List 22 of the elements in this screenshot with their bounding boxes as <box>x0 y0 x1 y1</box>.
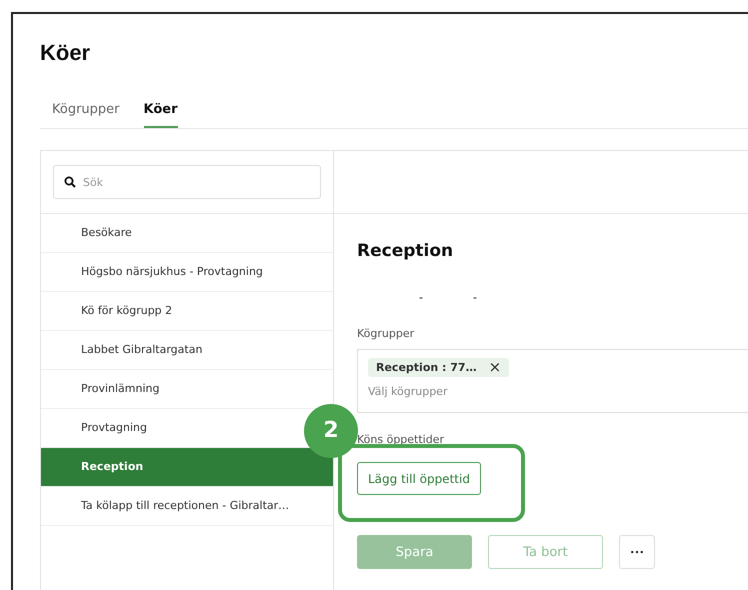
queue-list-item[interactable]: Reception <box>41 448 333 487</box>
remove-tag-button[interactable]: × <box>488 360 502 375</box>
search-field[interactable]: Sök <box>53 165 321 199</box>
add-opening-hours-button[interactable]: Lägg till öppettid <box>357 462 481 495</box>
queue-list-item[interactable]: Besökare <box>41 214 333 253</box>
page-title: Köer <box>40 39 92 67</box>
field-label: Kögrupper <box>357 327 416 340</box>
more-button[interactable]: ••• <box>619 535 655 569</box>
tab[interactable]: Köer <box>144 102 178 128</box>
queue-title: Reception <box>357 241 454 261</box>
placeholder-text: Välj kögrupper <box>368 385 448 398</box>
field-label: Köns öppettider <box>357 433 446 446</box>
queue-list-item[interactable]: Labbet Gibraltargatan <box>41 331 333 370</box>
tag-text: Reception : 77… <box>376 361 477 374</box>
queue-list-item[interactable]: Ta kölapp till receptionen - Gibraltar… <box>41 487 333 526</box>
group-select-field[interactable]: Reception : 77… × Välj kögrupper <box>357 349 748 413</box>
step-number-overlay: 2 <box>304 404 358 458</box>
queue-list-item[interactable]: Högsbo närsjukhus - Provtagning <box>41 253 333 292</box>
queue-list-item[interactable]: Kö för kögrupp 2 <box>41 292 333 331</box>
dash-text: - <box>419 291 423 305</box>
tab[interactable]: Kögrupper <box>52 102 120 128</box>
dash-text: - <box>472 291 477 305</box>
